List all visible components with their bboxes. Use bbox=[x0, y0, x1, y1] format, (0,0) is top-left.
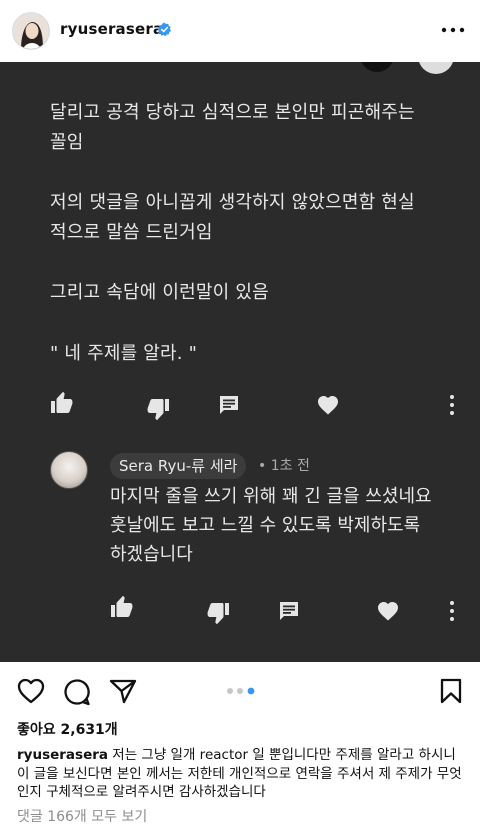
save-bookmark-icon[interactable] bbox=[440, 678, 462, 704]
reply-icon bbox=[280, 602, 298, 620]
comment-text-line: 저의 댓글을 아니꼽게 생각하지 않았으면함 현실 bbox=[50, 192, 415, 213]
reply-icon bbox=[220, 396, 238, 414]
kebab-menu-icon bbox=[450, 601, 454, 621]
reply-text-line: 훗날에도 보고 느낄 수 있도록 박제하도록 bbox=[110, 515, 421, 536]
comment-text-line: 꼴임 bbox=[50, 132, 84, 153]
thumbs-up-icon bbox=[111, 596, 133, 617]
post-caption: ryuserasera 저는 그냥 일개 reactor 일 뿐입니다만 주제를… bbox=[17, 746, 469, 802]
cropped-avatar bbox=[418, 62, 454, 74]
verified-badge-icon bbox=[157, 22, 171, 37]
share-icon[interactable] bbox=[109, 678, 137, 704]
kebab-menu-icon bbox=[450, 395, 454, 415]
comment-text-line: 달리고 공격 당하고 심적으로 본인만 피곤해주는 bbox=[50, 102, 415, 123]
username[interactable]: ryuserasera bbox=[60, 20, 163, 38]
post-image[interactable]: 달리고 공격 당하고 심적으로 본인만 피곤해주는 꼴임 저의 댓글을 아니꼽게… bbox=[0, 62, 480, 662]
reply-text-line: 하겠습니다 bbox=[110, 544, 193, 565]
comment-text-line: 적으로 말씀 드린거임 bbox=[50, 222, 213, 243]
avatar-photo bbox=[13, 13, 49, 49]
reply-author-chip: Sera Ryu-류 세라 bbox=[110, 453, 247, 479]
thumbs-down-icon bbox=[207, 603, 229, 624]
likes-count[interactable]: 좋아요 2,631개 bbox=[17, 719, 118, 739]
thumbs-up-icon bbox=[51, 392, 73, 413]
cropped-avatar bbox=[360, 62, 394, 72]
heart-icon bbox=[378, 602, 398, 621]
reply-text-line: 마지막 줄을 쓰기 위해 꽤 긴 글을 쓰셨네요 bbox=[110, 486, 432, 507]
view-all-comments-link[interactable]: 댓글 166개 모두 보기 bbox=[17, 806, 147, 826]
comment-icon[interactable] bbox=[63, 678, 91, 706]
thumbs-down-icon bbox=[147, 399, 169, 420]
reply-author-avatar bbox=[50, 451, 88, 489]
comment-text-line: 그리고 속담에 이런말이 있음 bbox=[50, 282, 269, 303]
profile-avatar[interactable] bbox=[12, 12, 50, 50]
reply-timestamp: • 1초 전 bbox=[258, 458, 310, 474]
caption-username[interactable]: ryuserasera bbox=[17, 747, 108, 763]
heart-icon bbox=[318, 396, 338, 415]
more-options-icon[interactable] bbox=[440, 20, 466, 40]
comment-text-line: " 네 주제를 알라. " bbox=[50, 343, 198, 364]
like-heart-icon[interactable] bbox=[17, 678, 45, 704]
carousel-dots bbox=[227, 687, 255, 695]
